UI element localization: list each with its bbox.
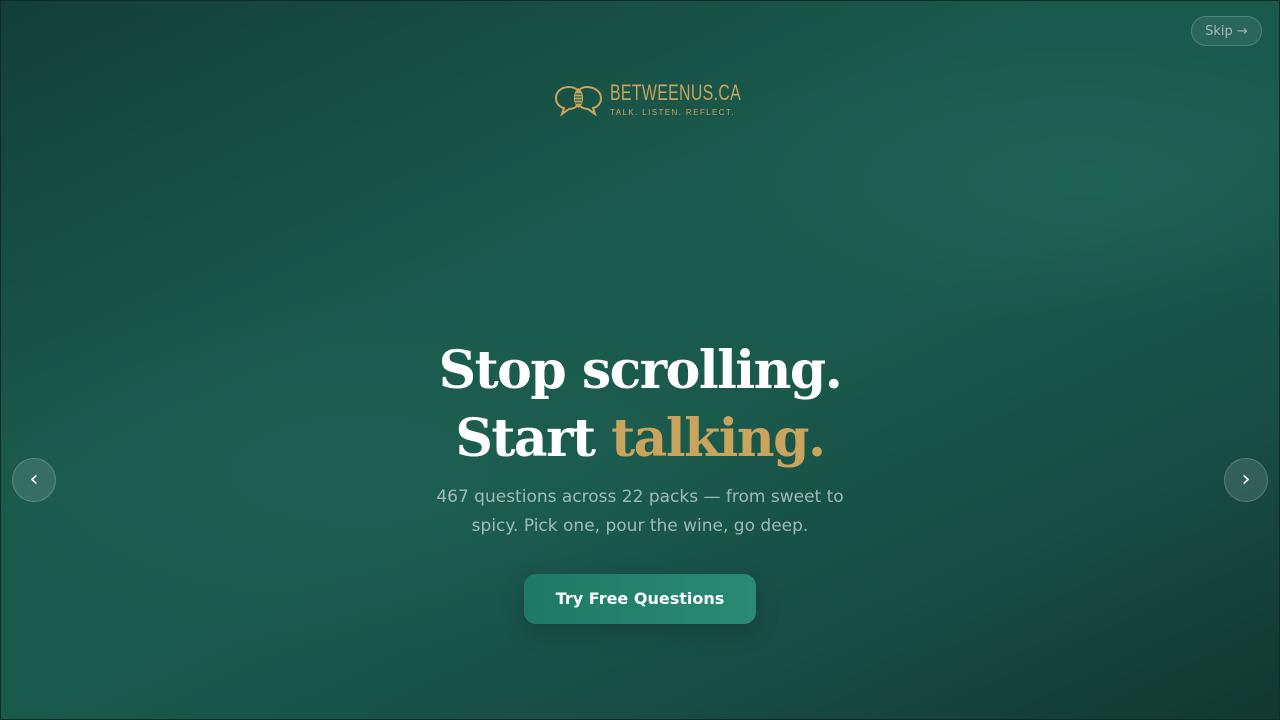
- chevron-right-icon: ›: [1241, 467, 1251, 492]
- hero-subtitle: 467 questions across 22 packs — from swe…: [1, 483, 1279, 541]
- headline-accent: talking.: [611, 408, 826, 469]
- logo-tagline: TALK. LISTEN. REFLECT.: [610, 108, 735, 117]
- subtitle-line-2: spicy. Pick one, pour the wine, go deep.: [471, 516, 809, 536]
- hero-headline: Stop scrolling. Start talking.: [1, 337, 1279, 473]
- previous-slide-button[interactable]: ‹: [12, 458, 56, 502]
- logo: BETWEENUS.CA TALK. LISTEN. REFLECT.: [554, 81, 792, 121]
- slide-container: Skip → BETWEENUS.CA TALK. LISTEN. REFLEC…: [0, 0, 1280, 720]
- headline-line-2-prefix: Start: [455, 408, 612, 469]
- try-free-questions-button[interactable]: Try Free Questions: [524, 574, 756, 624]
- logo-name: BETWEENUS.CA: [610, 80, 742, 105]
- speech-bubbles-icon: [554, 85, 603, 117]
- chevron-left-icon: ‹: [29, 467, 39, 492]
- headline-line-2: Start talking.: [1, 405, 1279, 473]
- skip-button[interactable]: Skip →: [1191, 16, 1262, 46]
- headline-line-1: Stop scrolling.: [438, 340, 843, 401]
- next-slide-button[interactable]: ›: [1224, 458, 1268, 502]
- subtitle-line-1: 467 questions across 22 packs — from swe…: [436, 487, 844, 507]
